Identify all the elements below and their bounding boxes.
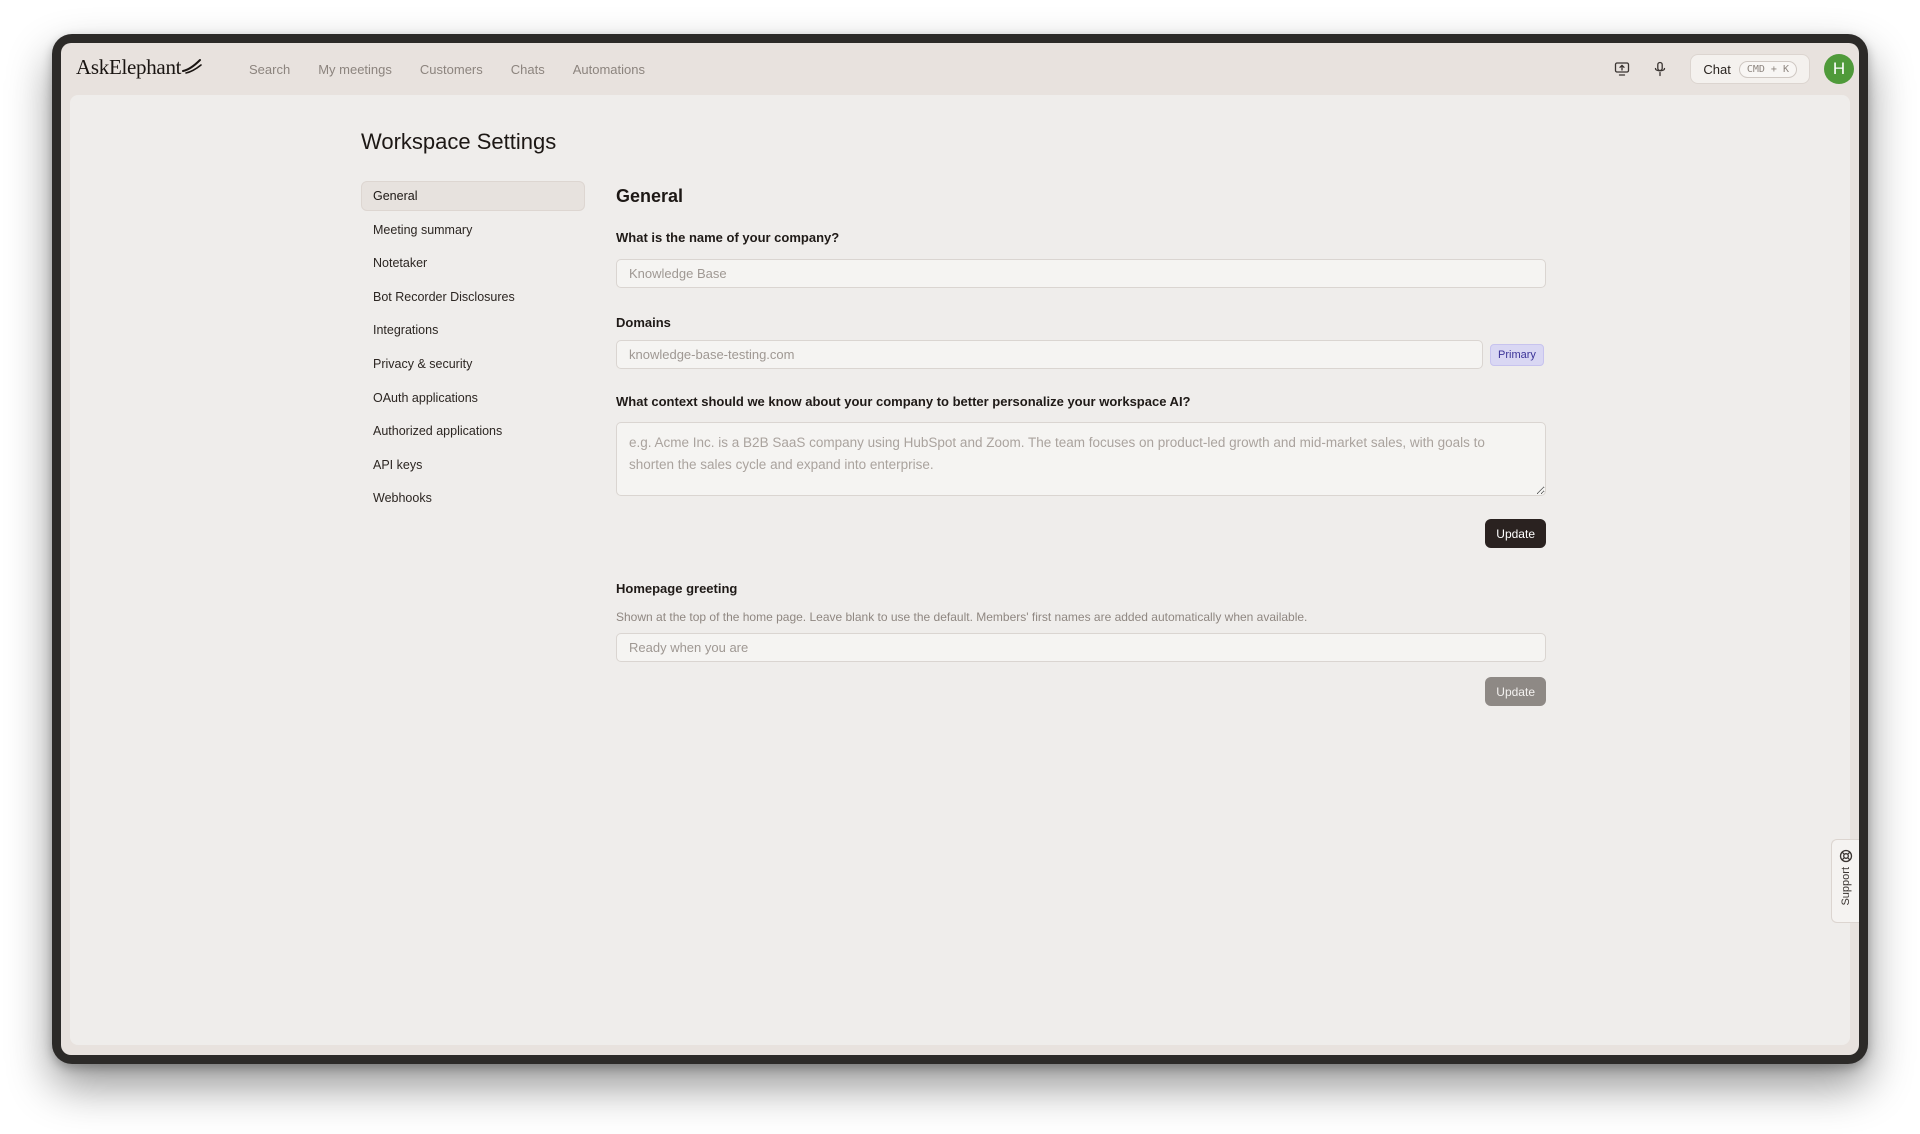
company-name-input[interactable] — [616, 259, 1546, 288]
sidebar-item-authorized-applications[interactable]: Authorized applications — [361, 416, 585, 446]
sidebar-item-webhooks[interactable]: Webhooks — [361, 483, 585, 513]
company-context-label: What context should we know about your c… — [616, 394, 1191, 409]
screen-share-button[interactable] — [1610, 57, 1634, 81]
sidebar-item-oauth-applications[interactable]: OAuth applications — [361, 383, 585, 413]
avatar[interactable]: H — [1824, 54, 1854, 84]
general-settings: General What is the name of your company… — [616, 181, 1546, 706]
top-actions: Chat CMD + K H — [1610, 43, 1859, 95]
lifebuoy-icon — [1839, 849, 1852, 863]
microphone-button[interactable] — [1648, 57, 1672, 81]
device-frame: AskElephant Search My meetings Customers… — [52, 34, 1868, 1064]
page-title: Workspace Settings — [361, 129, 557, 154]
general-actions: Update — [616, 519, 1546, 548]
nav-automations[interactable]: Automations — [573, 62, 645, 77]
sidebar-item-notetaker[interactable]: Notetaker — [361, 248, 585, 278]
section-title: General — [616, 185, 684, 206]
sidebar-item-bot-recorder-disclosures[interactable]: Bot Recorder Disclosures — [361, 282, 585, 312]
primary-badge: Primary — [1490, 343, 1544, 366]
settings-sidebar: General Meeting summary Notetaker Bot Re… — [361, 181, 585, 517]
domain-row: Primary — [616, 340, 1546, 369]
nav-my-meetings[interactable]: My meetings — [318, 62, 392, 77]
sidebar-item-meeting-summary[interactable]: Meeting summary — [361, 215, 585, 245]
homepage-greeting-help: Shown at the top of the home page. Leave… — [616, 610, 1308, 624]
homepage-greeting-input[interactable] — [616, 633, 1546, 662]
nav-search[interactable]: Search — [249, 62, 290, 77]
sidebar-item-api-keys[interactable]: API keys — [361, 450, 585, 480]
nav-customers[interactable]: Customers — [420, 62, 483, 77]
chat-button-label: Chat — [1703, 61, 1731, 77]
support-label: Support — [1839, 867, 1852, 906]
microphone-icon — [1655, 61, 1666, 77]
main-nav: Search My meetings Customers Chats Autom… — [249, 43, 673, 95]
app-window: AskElephant Search My meetings Customers… — [61, 43, 1859, 1055]
homepage-greeting-label: Homepage greeting — [616, 581, 738, 596]
sidebar-item-privacy-security[interactable]: Privacy & security — [361, 349, 585, 379]
greeting-actions: Update — [616, 677, 1546, 706]
company-context-textarea[interactable] — [616, 422, 1546, 496]
sidebar-item-general[interactable]: General — [361, 181, 585, 211]
content-area: Workspace Settings General Meeting summa… — [70, 95, 1850, 1045]
screen-share-icon — [1615, 62, 1630, 76]
chat-shortcut: CMD + K — [1738, 60, 1797, 78]
top-navigation: AskElephant Search My meetings Customers… — [61, 43, 1859, 95]
sidebar-item-integrations[interactable]: Integrations — [361, 315, 585, 345]
logo[interactable]: AskElephant — [76, 55, 202, 80]
domain-input[interactable] — [616, 340, 1483, 369]
logo-text: AskElephant — [76, 55, 182, 79]
domains-label: Domains — [616, 315, 671, 330]
update-general-button[interactable]: Update — [1485, 519, 1546, 548]
logo-swoosh-icon — [182, 58, 202, 74]
chat-button[interactable]: Chat CMD + K — [1690, 54, 1810, 84]
update-greeting-button[interactable]: Update — [1485, 677, 1546, 706]
company-name-label: What is the name of your company? — [616, 230, 840, 245]
support-tab[interactable]: Support — [1831, 839, 1859, 923]
nav-chats[interactable]: Chats — [511, 62, 545, 77]
